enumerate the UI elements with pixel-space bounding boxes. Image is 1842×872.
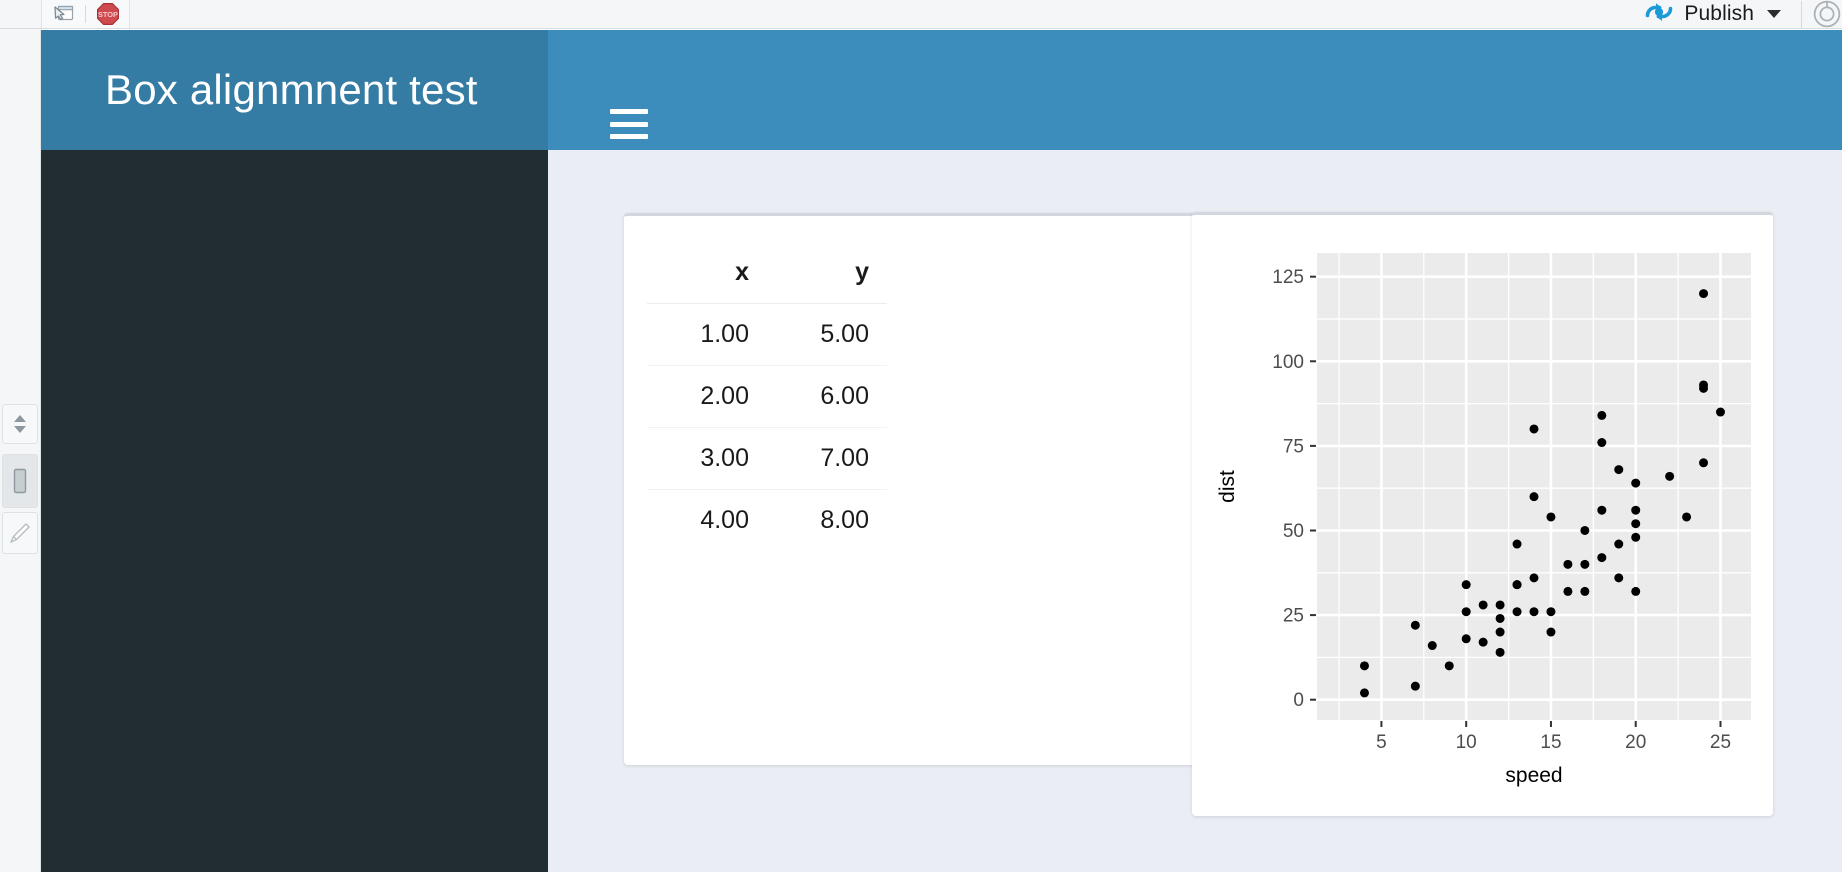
- x-tick-label: 25: [1710, 732, 1731, 753]
- x-tick-label: 15: [1540, 732, 1561, 753]
- hamburger-bar-2: [610, 121, 648, 127]
- dashboard-content: x y 1.00 5.00 2.00 6.00 3.00 7.00 4.00 8…: [548, 150, 1842, 872]
- table-card: x y 1.00 5.00 2.00 6.00 3.00 7.00 4.00 8…: [624, 213, 1203, 765]
- scatter-plot-svg: 0 25 50 75 100 125 5 10 15 20 25 dist speed: [1216, 253, 1751, 787]
- cell-y: 5.00: [767, 303, 887, 366]
- dashboard-sidebar: [41, 150, 548, 872]
- dashboard-logo[interactable]: Box alignmnent test: [41, 30, 548, 150]
- scroll-updown-icon[interactable]: [2, 404, 38, 444]
- edit-pencil-icon[interactable]: [2, 512, 38, 554]
- y-tick-label: 25: [1283, 606, 1304, 627]
- cell-x: 1.00: [647, 303, 767, 366]
- y-axis-title: dist: [1216, 470, 1239, 503]
- toolbar-separator-right: [1801, 0, 1802, 28]
- data-table: x y 1.00 5.00 2.00 6.00 3.00 7.00 4.00 8…: [647, 240, 887, 551]
- x-axis-tick-labels: 5 10 15 20 25: [1376, 732, 1731, 753]
- show-in-new-window-icon[interactable]: [50, 3, 76, 25]
- y-tick-label: 125: [1272, 267, 1304, 288]
- publish-button[interactable]: Publish: [1637, 1, 1789, 27]
- publish-icon: [1643, 0, 1675, 29]
- ide-toolbar-left-group: STOP: [41, 0, 130, 28]
- triangle-down-icon: [14, 426, 26, 433]
- table-row: 1.00 5.00: [647, 303, 887, 366]
- cell-x: 2.00: [647, 365, 767, 428]
- ide-toolbar: STOP Publish: [0, 0, 1842, 29]
- table-row: 2.00 6.00: [647, 365, 887, 428]
- scatter-plot: 0 25 50 75 100 125 5 10 15 20 25 dist speed: [1192, 215, 1773, 819]
- x-axis-title: speed: [1505, 764, 1562, 787]
- screen-root: STOP Publish Box alignmnent test x y 1.0…: [0, 0, 1842, 872]
- y-tick-label: 0: [1293, 690, 1304, 711]
- x-tick-label: 10: [1456, 732, 1477, 753]
- table-row: 3.00 7.00: [647, 427, 887, 490]
- column-header-x: x: [647, 240, 767, 304]
- cell-y: 6.00: [767, 365, 887, 428]
- y-tick-label: 50: [1283, 521, 1304, 542]
- y-axis-tick-labels: 0 25 50 75 100 125: [1272, 267, 1304, 711]
- svg-text:STOP: STOP: [98, 10, 118, 19]
- hamburger-menu-icon[interactable]: [610, 109, 648, 139]
- cell-x: 4.00: [700, 506, 749, 534]
- hamburger-bar-3: [610, 134, 648, 139]
- app-viewport: Box alignmnent test x y 1.00 5.00 2.00 6…: [41, 30, 1842, 872]
- y-tick-label: 100: [1272, 352, 1304, 373]
- dashboard-header: Box alignmnent test: [41, 30, 1842, 150]
- pane-layout-icon[interactable]: [2, 454, 38, 508]
- triangle-up-icon: [14, 415, 26, 422]
- settings-gear-icon[interactable]: [1812, 0, 1842, 28]
- plot-card: 0 25 50 75 100 125 5 10 15 20 25 dist speed: [1192, 212, 1773, 816]
- hamburger-bar-1: [610, 109, 648, 114]
- x-tick-label: 20: [1625, 732, 1646, 753]
- cell-x: 3.00: [647, 427, 767, 490]
- page-title: Box alignmnent test: [105, 66, 478, 113]
- cell-y: 7.00: [767, 427, 887, 490]
- column-header-y: y: [767, 240, 887, 304]
- table-row: 4.00 8.00: [647, 490, 887, 552]
- x-tick-label: 5: [1376, 732, 1387, 753]
- y-tick-label: 75: [1283, 436, 1304, 457]
- ide-left-gutter: [0, 29, 41, 872]
- publish-label: Publish: [1684, 2, 1754, 25]
- stop-icon[interactable]: STOP: [95, 3, 121, 25]
- cell-y: 8.00: [820, 506, 869, 534]
- toolbar-separator: [85, 5, 86, 23]
- chevron-down-icon[interactable]: [1767, 10, 1781, 18]
- table-header-row: x y: [647, 240, 887, 304]
- ide-toolbar-right-group: Publish: [1637, 0, 1842, 28]
